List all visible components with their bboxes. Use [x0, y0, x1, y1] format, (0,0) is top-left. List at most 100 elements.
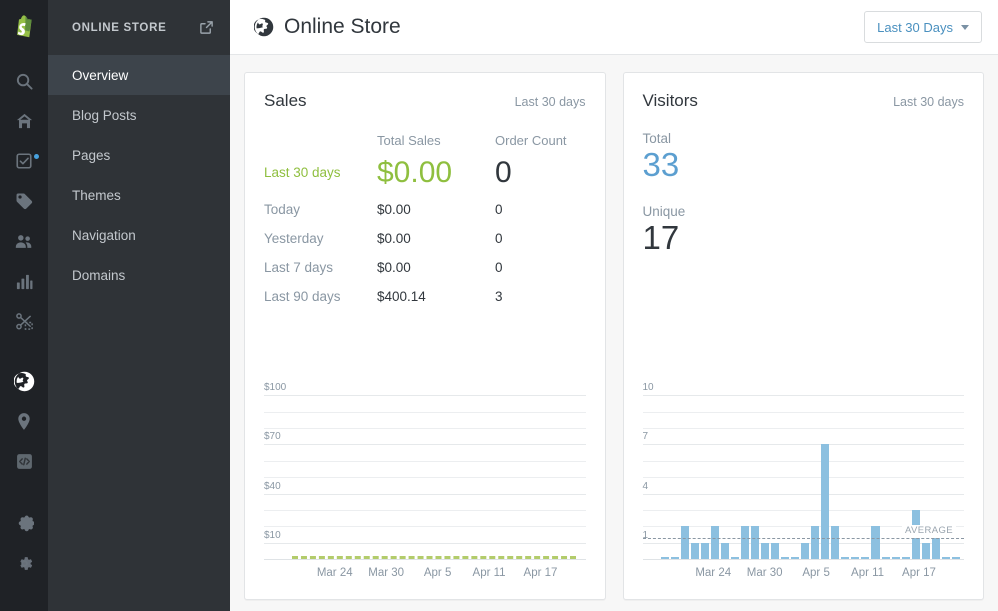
sidebar-item-pages[interactable]: Pages	[48, 135, 230, 175]
bar[interactable]	[690, 542, 699, 559]
x-axis-tick-label: Apr 5	[423, 567, 452, 579]
external-link-icon[interactable]	[199, 20, 214, 35]
bar[interactable]	[831, 526, 840, 559]
row-order-count: 3	[495, 289, 503, 304]
gridline-major	[264, 395, 586, 397]
online-store-globe-icon[interactable]	[0, 361, 48, 401]
bar[interactable]	[871, 526, 880, 559]
bar[interactable]	[730, 557, 739, 559]
sidebar-item-blog-posts[interactable]: Blog Posts	[48, 95, 230, 135]
bar[interactable]	[811, 526, 820, 559]
row-label: Last 90 days	[264, 289, 341, 304]
y-axis-tick-label: $10	[264, 529, 285, 543]
bar[interactable]	[781, 557, 790, 559]
bar[interactable]	[881, 557, 890, 559]
page-header: Online Store Last 30 Days	[230, 0, 998, 55]
x-axis-tick-label: Mar 30	[368, 567, 405, 579]
x-axis-tick-label: Apr 17	[902, 567, 936, 579]
sidebar-item-label: Blog Posts	[72, 107, 137, 123]
bar[interactable]	[921, 542, 930, 559]
y-axis-tick-label: $70	[264, 431, 285, 445]
sidebar-item-label: Overview	[72, 67, 129, 83]
bar[interactable]	[841, 557, 850, 559]
apps-puzzle-icon[interactable]	[0, 503, 48, 543]
bar[interactable]	[740, 526, 749, 559]
bar[interactable]	[901, 557, 910, 559]
bar[interactable]	[670, 557, 679, 559]
search-icon[interactable]	[0, 61, 48, 101]
visitors-card-title: Visitors	[642, 91, 698, 110]
gridline-minor	[264, 526, 586, 528]
x-axis-tick-label: Mar 24	[316, 567, 353, 579]
bar[interactable]	[680, 526, 689, 559]
x-axis-tick-label: Apr 17	[523, 567, 558, 579]
gridline-minor	[264, 460, 586, 462]
table-row: Yesterday $0.00 0	[264, 224, 586, 253]
orders-checkbox-icon[interactable]	[0, 141, 48, 181]
page-title: Online Store	[284, 15, 401, 38]
analytics-bar-chart-icon[interactable]	[0, 261, 48, 301]
bar[interactable]	[771, 542, 780, 559]
bar[interactable]	[821, 444, 830, 559]
row-label: Yesterday	[264, 231, 324, 246]
sidebar-header: ONLINE STORE	[48, 0, 230, 55]
marketing-scissors-icon[interactable]	[0, 301, 48, 341]
table-row: Last 30 days $0.00 0	[264, 154, 586, 195]
sales-table-body: Last 30 days $0.00 0 Today $0.00 0 Yeste…	[264, 154, 586, 311]
sidebar-item-overview[interactable]: Overview	[48, 55, 230, 95]
bar[interactable]	[941, 557, 950, 559]
page-title-group: Online Store	[254, 15, 401, 39]
date-range-dropdown[interactable]: Last 30 Days	[864, 11, 982, 43]
online-store-sidebar: ONLINE STORE Overview Blog Posts Pages T…	[48, 0, 230, 611]
sales-card: Sales Last 30 days Total Sales Order Cou…	[244, 72, 606, 600]
sales-chart-x-axis: Mar 24 Mar 30 Apr 5 Apr 11 Apr 17	[264, 563, 586, 585]
bar[interactable]	[700, 542, 709, 559]
table-row: Last 90 days $400.14 3	[264, 282, 586, 311]
gridline-minor	[264, 509, 586, 511]
y-axis-tick-label: $100	[264, 382, 291, 396]
bar[interactable]	[720, 542, 729, 559]
products-tag-icon[interactable]	[0, 181, 48, 221]
y-axis-tick-label: 4	[642, 480, 653, 494]
gridline-major	[264, 493, 586, 495]
visitors-total-value: 33	[642, 146, 680, 183]
row-total-sales: $0.00	[377, 202, 411, 217]
bar[interactable]	[861, 557, 870, 559]
sidebar-item-domains[interactable]: Domains	[48, 255, 230, 295]
visitors-chart-wrap: 1 4 7 10 AVERAGE Mar 24 Mar 30 Apr 5 Apr 11 Apr …	[642, 379, 964, 599]
primary-icon-rail	[0, 0, 48, 611]
gridline-minor	[264, 477, 586, 479]
location-pin-icon[interactable]	[0, 401, 48, 441]
code-icon[interactable]	[0, 441, 48, 481]
bar[interactable]	[760, 542, 770, 559]
row-total-sales: $0.00	[377, 154, 495, 195]
average-line-label: AVERAGE	[901, 524, 956, 538]
sales-table-head: Total Sales Order Count	[264, 133, 586, 154]
sidebar-item-themes[interactable]: Themes	[48, 175, 230, 215]
bar[interactable]	[851, 557, 860, 559]
sidebar-item-label: Navigation	[72, 227, 136, 243]
row-label: Last 30 days	[264, 165, 341, 180]
visitors-total-block: Total 33	[643, 131, 965, 184]
shopify-bag-logo[interactable]	[0, 0, 48, 55]
table-row: Today $0.00 0	[264, 195, 586, 224]
average-line	[642, 537, 964, 539]
bar[interactable]	[801, 542, 810, 559]
x-axis-tick-label: Apr 11	[851, 567, 885, 579]
bar[interactable]	[750, 526, 759, 559]
bar[interactable]	[891, 557, 900, 559]
bar[interactable]	[791, 557, 800, 559]
x-axis-tick-label: Mar 24	[695, 567, 732, 579]
bar[interactable]	[710, 526, 719, 559]
row-order-count: 0	[495, 202, 503, 217]
customers-icon[interactable]	[0, 221, 48, 261]
chevron-down-icon	[961, 24, 969, 30]
settings-gear-icon[interactable]	[0, 543, 48, 583]
sidebar-item-navigation[interactable]: Navigation	[48, 215, 230, 255]
bar[interactable]	[951, 557, 960, 559]
sales-line-chart: $10 $40 $70 $100	[264, 379, 586, 560]
visitors-unique-label: Unique	[642, 203, 686, 219]
home-icon[interactable]	[0, 101, 48, 141]
bar[interactable]	[660, 557, 669, 559]
x-axis-tick-label: Apr 5	[802, 567, 830, 579]
